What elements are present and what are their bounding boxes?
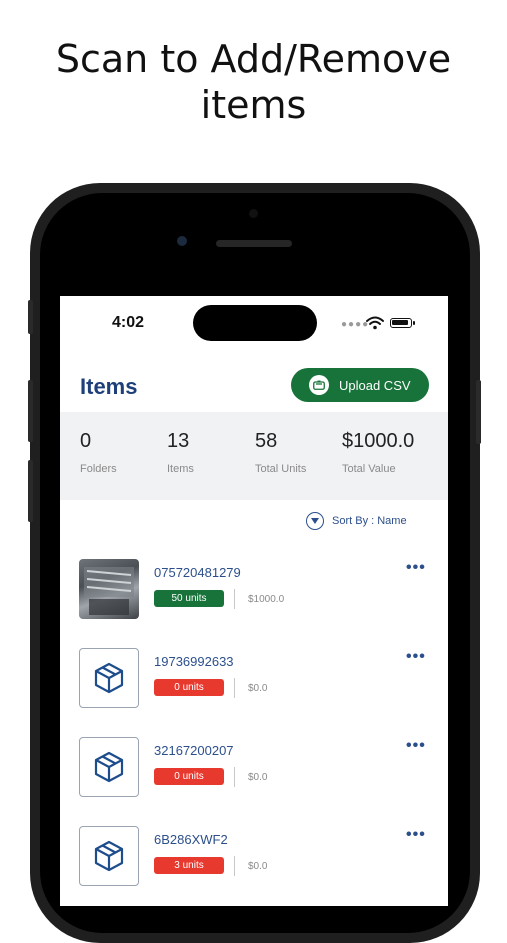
units-badge: 50 units [154,590,224,607]
list-item[interactable]: 6B286XWF2 3 units $0.0 ••• [60,826,448,888]
item-price: $0.0 [248,683,268,694]
item-thumbnail [79,826,139,886]
stat-folders-label: Folders [80,463,117,475]
sort-label: Sort By : Name [332,515,407,527]
stat-total-value: $1000.0 Total Value [342,430,414,475]
stat-folders: 0 Folders [80,430,117,475]
list-item[interactable]: 075720481279 50 units $1000.0 ••• [60,559,448,621]
divider [234,856,235,876]
status-bar: 4:02 ●●●● [60,296,448,350]
divider [234,767,235,787]
stat-items: 13 Items [167,430,194,475]
upload-icon [309,375,329,395]
more-options-icon[interactable]: ••• [406,737,426,755]
battery-icon [390,318,412,328]
stat-total-value-value: $1000.0 [342,430,415,452]
item-thumbnail [79,648,139,708]
more-options-icon[interactable]: ••• [406,826,426,844]
stat-total-units-label: Total Units [255,463,307,475]
app-screen: 4:02 ●●●● Items Upload CSV 0 Folders 13 [60,296,448,906]
page-title: Items [80,374,138,399]
item-price: $0.0 [248,861,268,872]
list-item[interactable]: 19736992633 0 units $0.0 ••• [60,648,448,710]
battery-cap [413,321,415,325]
promo-headline: Scan to Add/Remove items [55,37,452,127]
stat-total-units-value: 58 [255,430,278,452]
status-time: 4:02 [112,314,145,331]
item-price: $0.0 [248,772,268,783]
front-camera-icon [177,236,187,246]
wifi-icon [366,316,384,330]
cellular-signal-icon: ●●●● [341,319,370,330]
proximity-sensor [249,209,258,218]
stat-items-label: Items [167,463,194,475]
upload-csv-button[interactable]: Upload CSV [291,368,429,402]
box-icon [94,662,124,694]
units-badge: 0 units [154,679,224,696]
stats-panel: 0 Folders 13 Items 58 Total Units $1000.… [60,412,448,500]
list-item[interactable]: 32167200207 0 units $0.0 ••• [60,737,448,799]
item-name: 6B286XWF2 [154,832,228,847]
divider [234,678,235,698]
units-badge: 0 units [154,768,224,785]
item-price: $1000.0 [248,594,285,605]
phone-power-button [476,380,481,444]
stat-total-units: 58 Total Units [255,430,306,475]
sort-control[interactable]: Sort By : Name [306,512,407,530]
item-name: 19736992633 [154,654,234,669]
stat-items-value: 13 [167,430,190,452]
stat-total-value-label: Total Value [342,463,396,475]
phone-volume-up [28,380,33,442]
stat-folders-value: 0 [80,430,92,452]
sort-dropdown-icon [306,512,324,530]
box-icon [94,840,124,872]
more-options-icon[interactable]: ••• [406,559,426,577]
item-photo-thumbnail [79,559,139,619]
item-name: 32167200207 [154,743,234,758]
phone-volume-down [28,460,33,522]
phone-side-button [28,300,33,334]
item-thumbnail [79,737,139,797]
phone-speaker [216,240,292,247]
item-name: 075720481279 [154,565,241,580]
more-options-icon[interactable]: ••• [406,648,426,666]
box-icon [94,751,124,783]
upload-csv-label: Upload CSV [339,377,411,393]
divider [234,589,235,609]
dynamic-island [193,305,317,341]
units-badge: 3 units [154,857,224,874]
